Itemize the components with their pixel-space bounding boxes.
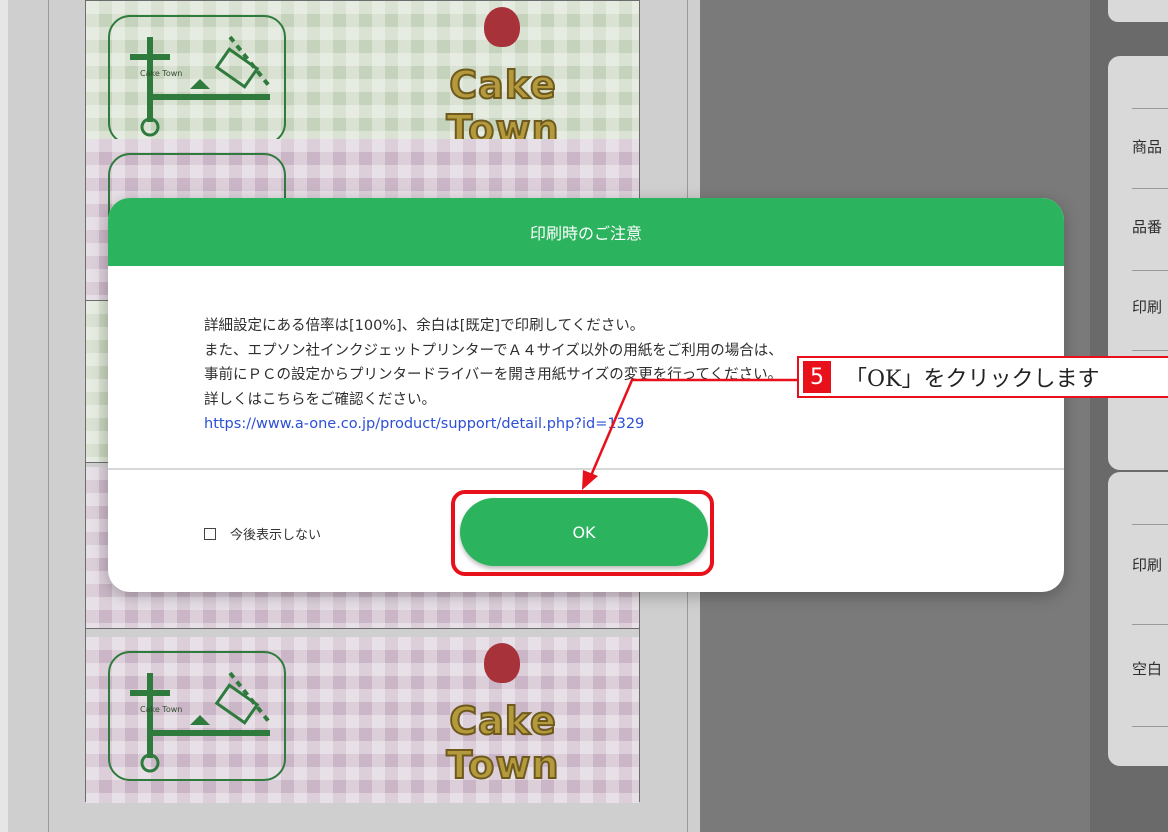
message-line: 詳細設定にある倍率は[100%]、余白は[既定]で印刷してください。 [204,318,645,334]
settings-row-blank[interactable]: 空白 [1132,658,1168,692]
strawberry-icon [484,7,520,47]
step-number-badge: 5 [803,361,831,393]
map-caption: Cake Town [140,705,183,714]
logo-text: Cake Town [445,62,560,152]
map-icon: Cake Town [108,651,286,781]
dont-show-again-checkbox[interactable] [204,527,216,540]
settings-row-product[interactable]: 商品 [1132,136,1168,170]
message-line: また、エプソン社インクジェットプリンターでＡ４サイズ以外の用紙をご利用の場合は、 [204,342,783,359]
dialog-divider [108,468,1064,470]
settings-row-print[interactable]: 印刷 [1132,296,1168,330]
cake-town-logo: Cake Town [398,643,608,788]
settings-row-print-2[interactable]: 印刷 [1132,554,1168,588]
settings-card: 印刷 空白 [1108,472,1168,766]
cake-town-logo: Cake Town [398,7,608,152]
dont-show-again-option[interactable]: 今後表示しない [204,524,321,543]
settings-panel: 商品 品番 印刷 印刷 空白 [1090,0,1168,832]
step-instruction: 「OK」をクリックします [845,367,1100,392]
label-card: Cake Town Cake Town [86,637,639,803]
strawberry-icon [484,643,520,683]
panel-tab [1108,0,1168,22]
dont-show-again-label: 今後表示しない [230,528,322,543]
message-line: 詳しくはこちらをご確認ください。 [204,391,436,408]
step-callout: 5 「OK」をクリックします [797,356,1168,398]
support-link[interactable]: https://www.a-one.co.jp/product/support/… [204,412,783,437]
logo-text: Cake Town [445,698,560,788]
map-caption: Cake Town [140,69,183,78]
dialog-header: 印刷時のご注意 [108,198,1064,266]
message-line: 事前にＰＣの設定からプリンタードライバーを開き用紙サイズの変更を行ってください。 [204,367,783,383]
settings-card: 商品 品番 印刷 [1108,56,1168,470]
ok-button-highlight [451,490,714,576]
dialog-message: 詳細設定にある倍率は[100%]、余白は[既定]で印刷してください。 また、エプ… [204,314,783,437]
dialog-title: 印刷時のご注意 [529,224,642,243]
settings-row-item-number[interactable]: 品番 [1132,216,1168,250]
map-icon: Cake Town [108,15,286,145]
